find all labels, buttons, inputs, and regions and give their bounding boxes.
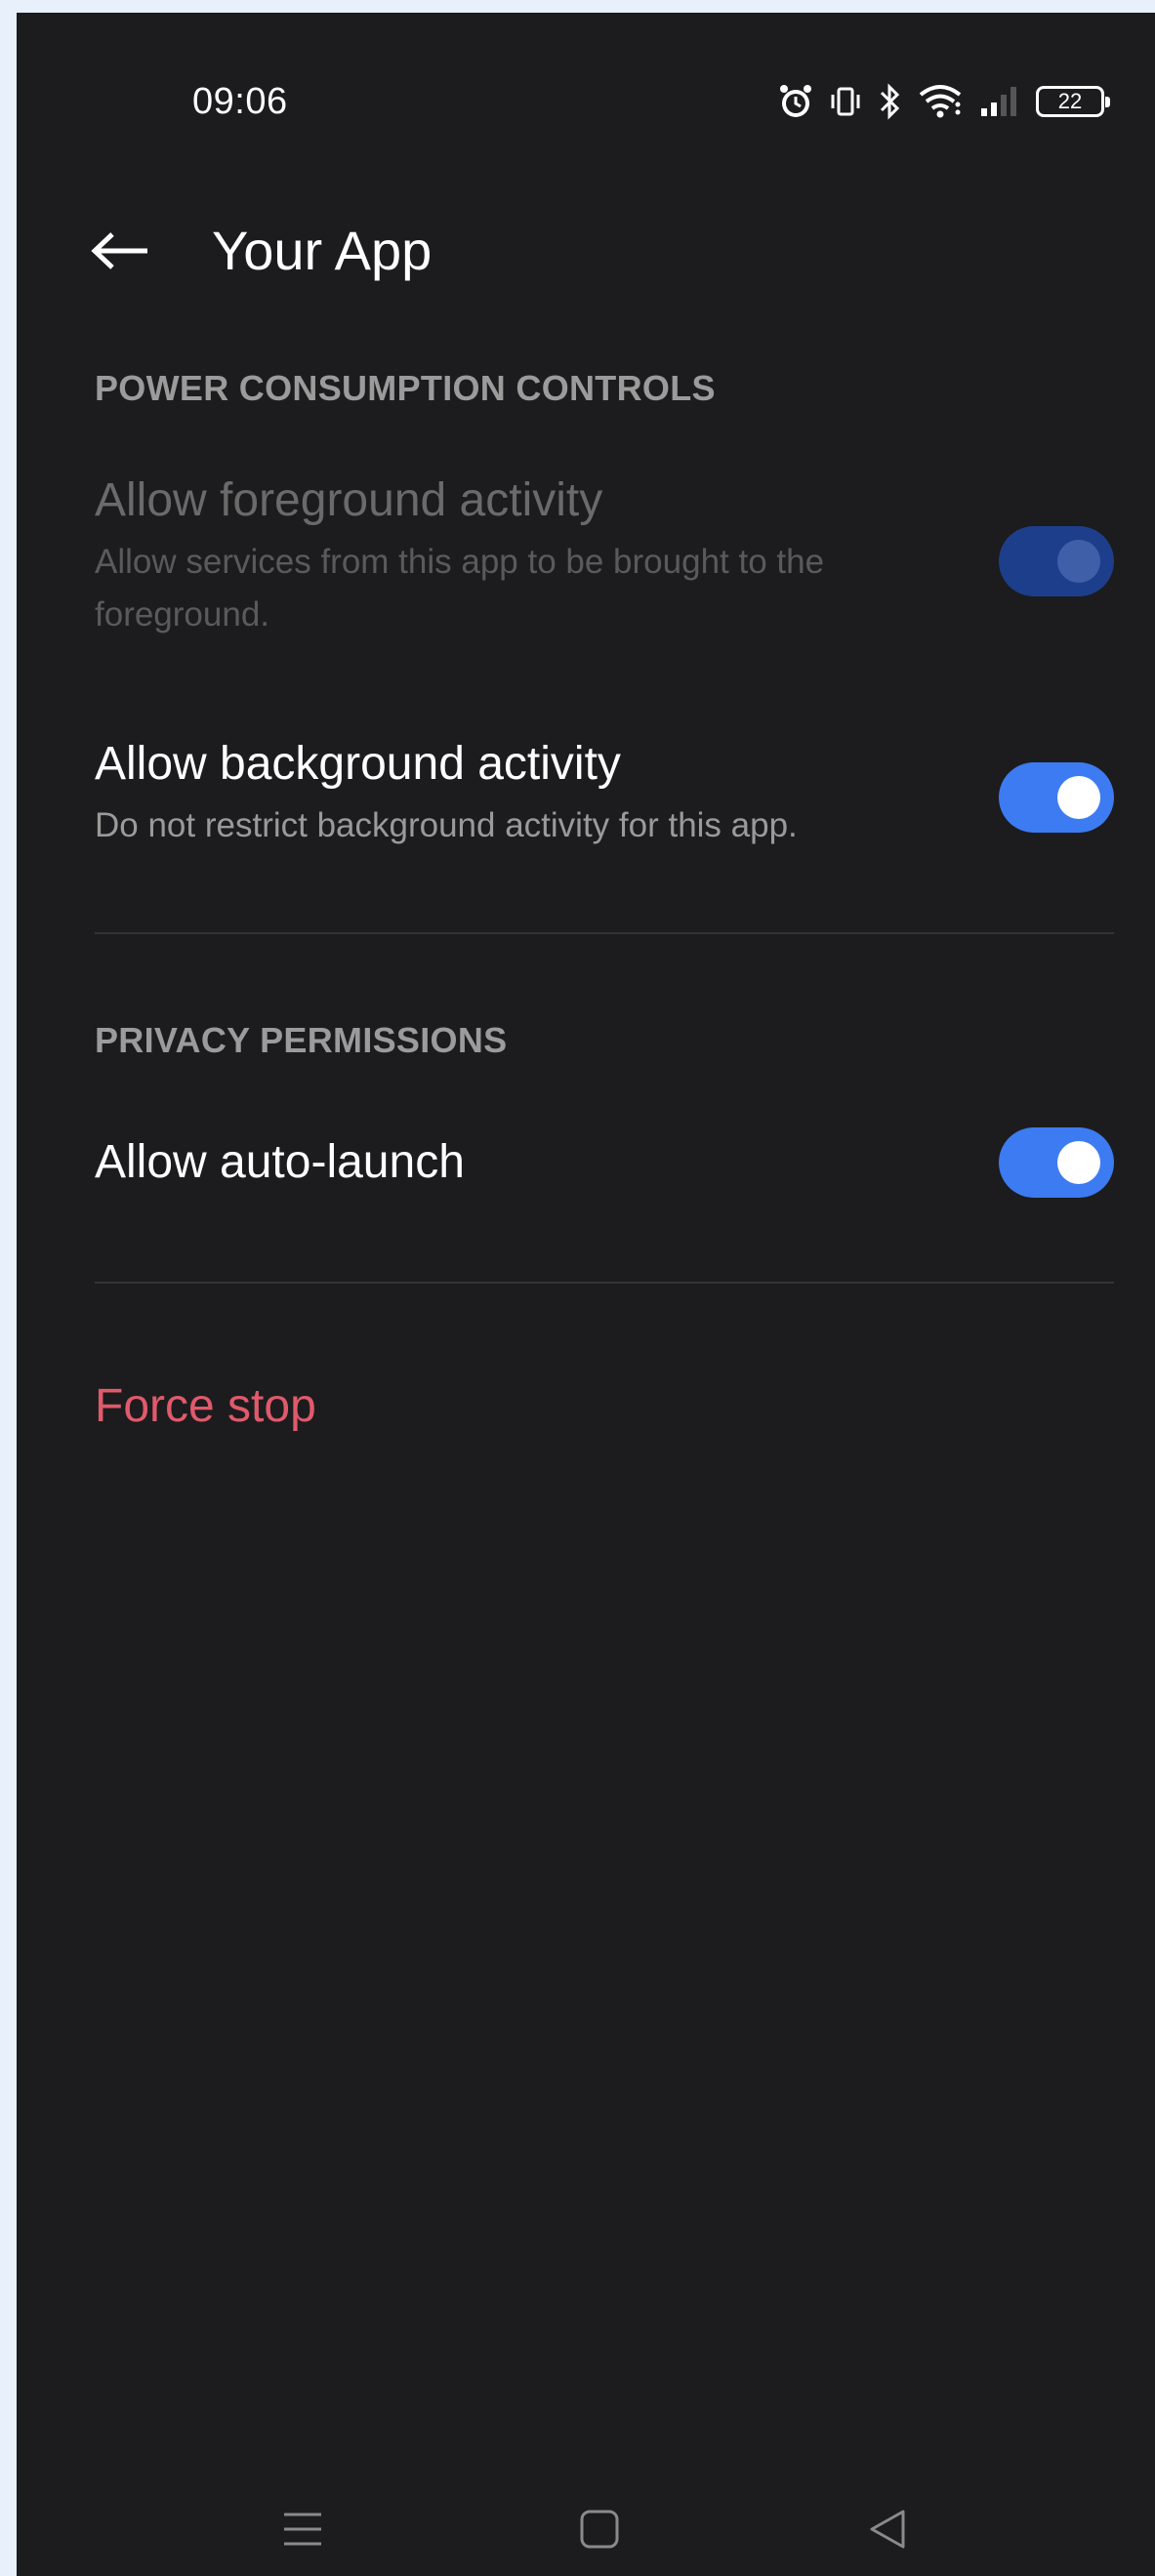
toggle-knob [1057, 776, 1100, 819]
vibrate-icon [829, 85, 862, 118]
auto-launch-title: Allow auto-launch [95, 1136, 465, 1188]
auto-launch-row[interactable]: Allow auto-launch [95, 1127, 1114, 1198]
background-activity-subtitle: Do not restrict background activity for … [95, 806, 798, 844]
divider [95, 932, 1114, 934]
background-activity-title: Allow background activity [95, 738, 621, 790]
back-icon [866, 2508, 909, 2556]
foreground-activity-title: Allow foreground activity [95, 474, 603, 526]
divider [95, 1282, 1114, 1284]
battery-icon: 22 [1036, 86, 1110, 117]
battery-level: 22 [1057, 89, 1083, 113]
nav-menu-button[interactable] [264, 2492, 342, 2570]
foreground-activity-toggle [999, 526, 1114, 596]
force-stop-button[interactable]: Force stop [95, 1379, 316, 1433]
toggle-knob [1057, 540, 1100, 583]
status-time: 09:06 [192, 81, 288, 122]
signal-icon [979, 85, 1020, 118]
alarm-icon [778, 82, 813, 121]
phone-screen: 09:06 22 Your App POWER CONSUMPTION CONT… [17, 13, 1155, 2576]
foreground-activity-subtitle: Allow services from this app to be broug… [95, 543, 825, 634]
background-activity-toggle[interactable] [999, 762, 1114, 833]
bluetooth-icon [878, 83, 901, 120]
nav-back-button[interactable] [848, 2492, 927, 2570]
home-icon [578, 2508, 621, 2556]
page-title: Your App [212, 220, 433, 281]
status-icons: 22 [778, 77, 1110, 126]
nav-home-button[interactable] [560, 2492, 639, 2570]
section-header-power: POWER CONSUMPTION CONTROLS [95, 368, 716, 408]
section-header-privacy: PRIVACY PERMISSIONS [95, 1020, 508, 1060]
arrow-left-icon [89, 231, 151, 275]
foreground-activity-row: Allow foreground activity Allow services… [95, 471, 1114, 641]
toggle-knob [1057, 1141, 1100, 1184]
back-button[interactable] [87, 220, 153, 286]
wifi-icon [917, 83, 964, 120]
auto-launch-toggle[interactable] [999, 1127, 1114, 1198]
background-activity-row[interactable]: Allow background activity Do not restric… [95, 735, 1114, 852]
menu-icon [280, 2509, 325, 2555]
